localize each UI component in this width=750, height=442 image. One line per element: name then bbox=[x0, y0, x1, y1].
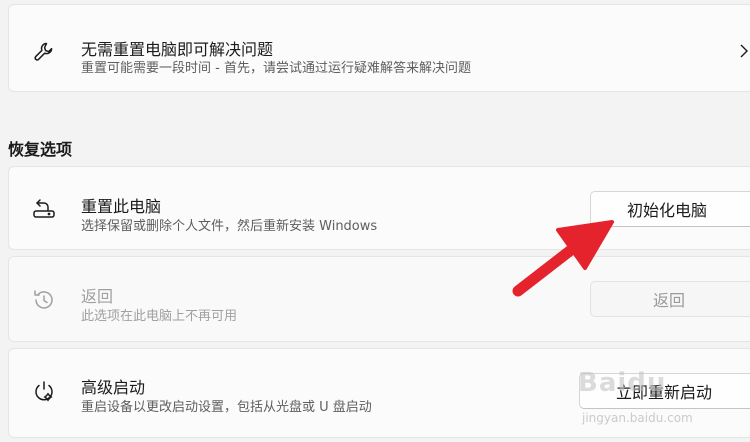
reset-pc-description: 选择保留或删除个人文件，然后重新安装 Windows bbox=[81, 219, 378, 234]
reset-pc-title: 重置此电脑 bbox=[81, 197, 162, 216]
advanced-startup-title: 高级启动 bbox=[81, 378, 146, 397]
wrench-icon bbox=[29, 37, 59, 67]
troubleshoot-description: 重置可能需要一段时间 - 首先，请尝试通过运行疑难解答来解决问题 bbox=[81, 61, 471, 76]
chevron-right-icon bbox=[740, 44, 748, 58]
go-back-button[interactable]: 返回 bbox=[590, 281, 750, 317]
reset-pc-icon bbox=[29, 194, 59, 224]
go-back-card: 返回 此选项在此电脑上不再可用 返回 bbox=[8, 256, 750, 342]
go-back-description: 此选项在此电脑上不再可用 bbox=[81, 309, 238, 324]
advanced-startup-description: 重启设备以更改启动设置，包括从光盘或 U 盘启动 bbox=[81, 400, 372, 415]
restart-now-button[interactable]: 立即重新启动 bbox=[579, 373, 750, 409]
section-heading: 恢复选项 bbox=[8, 140, 73, 159]
history-icon bbox=[29, 285, 59, 315]
advanced-startup-icon bbox=[29, 377, 59, 407]
advanced-startup-card: 高级启动 重启设备以更改启动设置，包括从光盘或 U 盘启动 立即重新启动 bbox=[8, 348, 750, 438]
reset-pc-card: 重置此电脑 选择保留或删除个人文件，然后重新安装 Windows 初始化电脑 bbox=[8, 166, 750, 250]
troubleshoot-card[interactable]: 无需重置电脑即可解决问题 重置可能需要一段时间 - 首先，请尝试通过运行疑难解答… bbox=[8, 4, 750, 92]
go-back-title: 返回 bbox=[81, 287, 114, 306]
reset-pc-button[interactable]: 初始化电脑 bbox=[590, 191, 750, 227]
